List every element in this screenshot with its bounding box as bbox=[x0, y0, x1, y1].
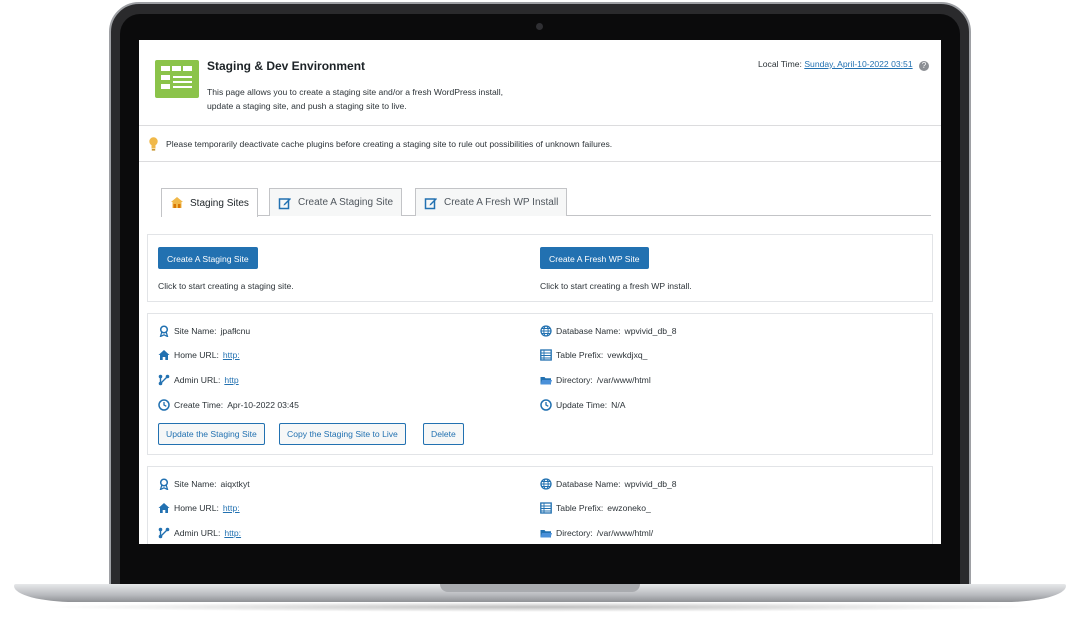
admin-url-link[interactable]: http: bbox=[224, 528, 241, 538]
table-prefix-label: Table Prefix: bbox=[556, 350, 604, 360]
directory-value: /var/www/html/ bbox=[596, 528, 654, 538]
home-url-link[interactable]: http: bbox=[223, 503, 240, 513]
database-name-label: Database Name: bbox=[556, 479, 621, 489]
globe-icon bbox=[540, 325, 552, 337]
create-time-row: Create Time: Apr-10-2022 03:45 bbox=[158, 399, 299, 411]
admin-url-link[interactable]: http bbox=[224, 375, 238, 385]
site-name-label: Site Name: bbox=[174, 326, 217, 336]
laptop-notch bbox=[440, 584, 640, 592]
table-prefix-value: ewzoneko_ bbox=[607, 503, 651, 513]
create-staging-hint: Click to start creating a staging site. bbox=[158, 281, 294, 291]
create-time-value: Apr-10-2022 03:45 bbox=[227, 400, 299, 410]
delete-button[interactable]: Delete bbox=[423, 423, 464, 445]
directory-value: /var/www/html bbox=[596, 375, 651, 385]
database-name-value: wpvivid_db_8 bbox=[624, 479, 677, 489]
table-icon bbox=[540, 502, 552, 514]
database-name-row: Database Name: wpvivid_db_8 bbox=[540, 478, 677, 490]
lightbulb-icon bbox=[149, 137, 158, 151]
actions-panel: Create A Staging Site Click to start cre… bbox=[147, 234, 933, 302]
table-icon bbox=[540, 349, 552, 361]
staging-logo-icon bbox=[155, 60, 199, 98]
local-time-link[interactable]: Sunday, April-10-2022 03:51 bbox=[804, 59, 912, 69]
staging-site-card: Site Name: jpafłcnu Home URL: http: Admi… bbox=[147, 313, 933, 455]
copy-to-live-button[interactable]: Copy the Staging Site to Live bbox=[279, 423, 406, 445]
table-prefix-value: vewkdjxq_ bbox=[607, 350, 648, 360]
folder-icon bbox=[540, 530, 552, 538]
tab-label: Create A Fresh WP Install bbox=[444, 197, 559, 208]
database-name-label: Database Name: bbox=[556, 326, 621, 336]
update-time-label: Update Time: bbox=[556, 400, 608, 410]
network-icon bbox=[158, 527, 170, 539]
laptop-shadow bbox=[40, 602, 1040, 612]
directory-row: Directory: /var/www/html/ bbox=[540, 527, 653, 539]
edit-icon bbox=[424, 197, 437, 209]
tab-staging-sites[interactable]: Staging Sites bbox=[161, 188, 258, 217]
local-time: Local Time: Sunday, April-10-2022 03:51 … bbox=[758, 59, 929, 71]
site-name-row: Site Name: jpafłcnu bbox=[158, 325, 250, 337]
table-prefix-row: Table Prefix: vewkdjxq_ bbox=[540, 349, 647, 361]
page-description: This page allows you to create a staging… bbox=[207, 87, 503, 111]
local-time-label: Local Time: bbox=[757, 59, 802, 69]
table-prefix-row: Table Prefix: ewzoneko_ bbox=[540, 502, 651, 514]
update-time-value: N/A bbox=[611, 400, 626, 410]
database-name-row: Database Name: wpvivid_db_8 bbox=[540, 325, 677, 337]
home-icon bbox=[158, 503, 170, 513]
site-name-label: Site Name: bbox=[174, 479, 217, 489]
home-url-label: Home URL: bbox=[174, 503, 219, 513]
site-name-value: aiqxtkyt bbox=[220, 479, 250, 489]
admin-url-label: Admin URL: bbox=[174, 528, 221, 538]
clock-icon bbox=[158, 399, 170, 411]
staging-site-card: Site Name: aiqxtkyt Home URL: http: Admi… bbox=[147, 466, 933, 544]
create-staging-button[interactable]: Create A Staging Site bbox=[158, 247, 258, 269]
admin-url-label: Admin URL: bbox=[174, 375, 221, 385]
tab-label: Staging Sites bbox=[190, 197, 249, 209]
help-icon[interactable]: ? bbox=[919, 61, 929, 71]
award-icon bbox=[159, 478, 169, 490]
screen: Staging & Dev Environment This page allo… bbox=[139, 40, 941, 544]
home-sites-icon bbox=[171, 197, 183, 208]
site-name-row: Site Name: aiqxtkyt bbox=[158, 478, 250, 490]
main-content: Staging Sites Create A Staging Site Crea… bbox=[139, 162, 941, 544]
tab-label: Create A Staging Site bbox=[298, 197, 394, 208]
directory-label: Directory: bbox=[556, 528, 593, 538]
home-url-row: Home URL: http: bbox=[158, 502, 240, 514]
admin-url-row: Admin URL: http: bbox=[158, 527, 241, 539]
database-name-value: wpvivid_db_8 bbox=[624, 326, 677, 336]
network-icon bbox=[158, 374, 170, 386]
page-header: Staging & Dev Environment This page allo… bbox=[139, 40, 941, 126]
notice-text: Please temporarily deactivate cache plug… bbox=[166, 139, 613, 149]
directory-label: Directory: bbox=[556, 375, 593, 385]
create-fresh-hint: Click to start creating a fresh WP insta… bbox=[540, 281, 692, 291]
award-icon bbox=[159, 325, 169, 337]
clock-icon bbox=[540, 399, 552, 411]
edit-icon bbox=[278, 197, 291, 209]
directory-row: Directory: /var/www/html bbox=[540, 374, 651, 386]
home-icon bbox=[158, 350, 170, 360]
update-staging-button[interactable]: Update the Staging Site bbox=[158, 423, 265, 445]
table-prefix-label: Table Prefix: bbox=[556, 503, 604, 513]
tab-create-fresh[interactable]: Create A Fresh WP Install bbox=[415, 188, 568, 216]
tab-create-staging[interactable]: Create A Staging Site bbox=[269, 188, 403, 216]
home-url-row: Home URL: http: bbox=[158, 349, 240, 361]
create-fresh-button[interactable]: Create A Fresh WP Site bbox=[540, 247, 649, 269]
admin-url-row: Admin URL: http bbox=[158, 374, 239, 386]
site-name-value: jpafłcnu bbox=[220, 326, 251, 336]
globe-icon bbox=[540, 478, 552, 490]
page-title: Staging & Dev Environment bbox=[207, 59, 366, 73]
tab-bar: Staging Sites Create A Staging Site Crea… bbox=[161, 186, 931, 217]
home-url-label: Home URL: bbox=[174, 350, 219, 360]
home-url-link[interactable]: http: bbox=[223, 350, 240, 360]
camera-dot bbox=[536, 23, 543, 30]
notice-bar: Please temporarily deactivate cache plug… bbox=[139, 126, 941, 162]
update-time-row: Update Time: N/A bbox=[540, 399, 625, 411]
folder-icon bbox=[540, 377, 552, 385]
create-time-label: Create Time: bbox=[174, 400, 224, 410]
